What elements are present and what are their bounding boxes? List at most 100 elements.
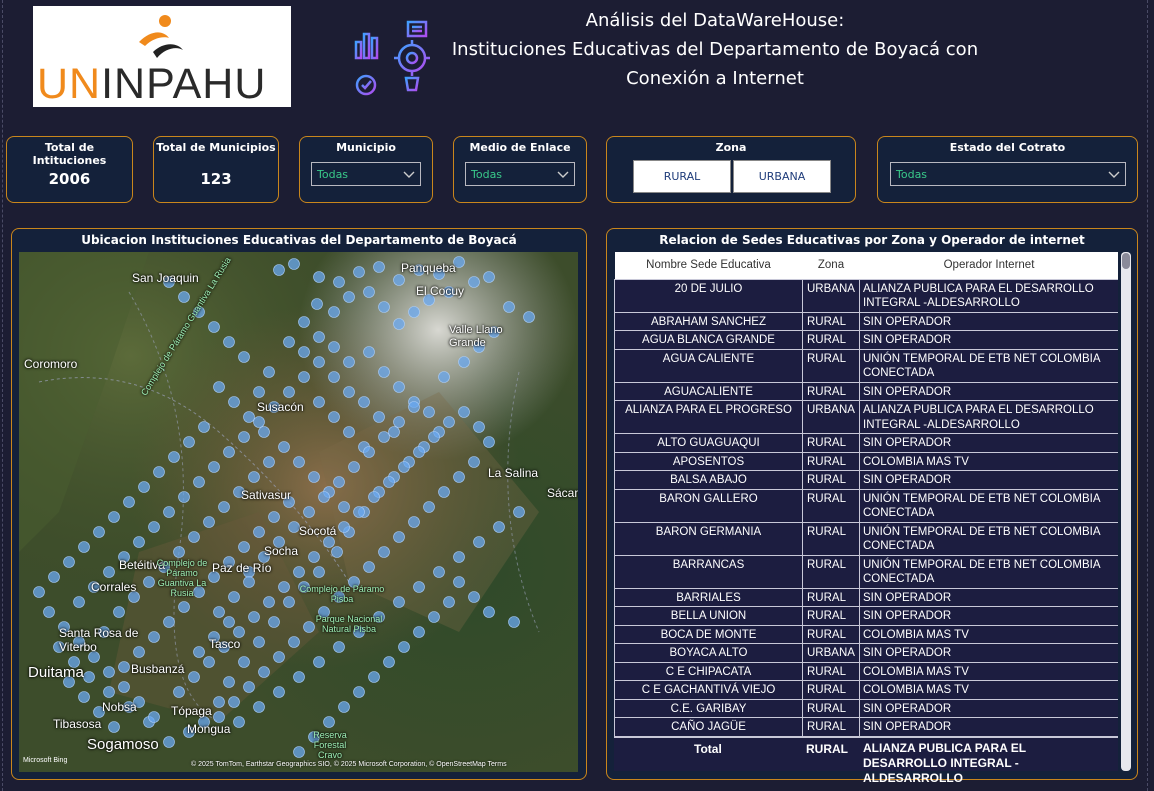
institution-marker[interactable] — [213, 381, 225, 393]
table-row[interactable]: BOCA DE MONTE RURAL COLOMBIA MAS TV — [614, 624, 1118, 644]
table-row[interactable]: AGUA CALIENTE RURAL UNIÓN TEMPORAL DE ETB … — [614, 348, 1118, 383]
institution-marker[interactable] — [193, 646, 205, 658]
institution-marker[interactable] — [353, 266, 365, 278]
institution-marker[interactable] — [213, 711, 225, 723]
institution-marker[interactable] — [393, 318, 405, 330]
institution-marker[interactable] — [173, 546, 185, 558]
institution-marker[interactable] — [483, 436, 495, 448]
institution-marker[interactable] — [398, 641, 410, 653]
institution-marker[interactable] — [318, 491, 330, 503]
institution-marker[interactable] — [313, 331, 325, 343]
institution-marker[interactable] — [428, 611, 440, 623]
institution-marker[interactable] — [233, 716, 245, 728]
institution-marker[interactable] — [408, 516, 420, 528]
institution-marker[interactable] — [263, 366, 275, 378]
institution-marker[interactable] — [468, 276, 480, 288]
institution-marker[interactable] — [243, 681, 255, 693]
institution-marker[interactable] — [253, 526, 265, 538]
institution-marker[interactable] — [423, 501, 435, 513]
municipio-dropdown[interactable]: Todas — [311, 162, 421, 186]
zona-rural-button[interactable]: RURAL — [633, 160, 731, 193]
institution-marker[interactable] — [331, 546, 343, 558]
institution-marker[interactable] — [328, 341, 340, 353]
institution-marker[interactable] — [413, 581, 425, 593]
table-row[interactable]: BALSA ABAJO RURAL SIN OPERADOR — [614, 470, 1118, 490]
institution-marker[interactable] — [78, 541, 90, 553]
institution-marker[interactable] — [338, 521, 350, 533]
institution-marker[interactable] — [348, 461, 360, 473]
institution-marker[interactable] — [233, 626, 245, 638]
institution-marker[interactable] — [453, 551, 465, 563]
institution-marker[interactable] — [178, 291, 190, 303]
institution-marker[interactable] — [243, 576, 255, 588]
institution-marker[interactable] — [248, 471, 260, 483]
institution-marker[interactable] — [308, 471, 320, 483]
institution-marker[interactable] — [173, 686, 185, 698]
table-row[interactable]: C.E. GARIBAY RURAL SIN OPERADOR — [614, 698, 1118, 718]
table-row[interactable]: BOYACA ALTO URBANA SIN OPERADOR — [614, 643, 1118, 663]
table-row[interactable]: BELLA UNION RURAL SIN OPERADOR — [614, 606, 1118, 626]
institution-marker[interactable] — [358, 396, 370, 408]
institution-marker[interactable] — [378, 546, 390, 558]
institution-marker[interactable] — [468, 591, 480, 603]
institution-marker[interactable] — [443, 596, 455, 608]
institution-marker[interactable] — [328, 306, 340, 318]
institution-marker[interactable] — [193, 476, 205, 488]
institution-marker[interactable] — [268, 616, 280, 628]
institution-marker[interactable] — [393, 531, 405, 543]
institution-marker[interactable] — [383, 656, 395, 668]
institution-marker[interactable] — [73, 596, 85, 608]
institution-marker[interactable] — [363, 446, 375, 458]
institution-marker[interactable] — [293, 456, 305, 468]
institution-marker[interactable] — [223, 336, 235, 348]
institution-marker[interactable] — [443, 416, 455, 428]
header-operador[interactable]: Operador Internet — [859, 252, 1118, 279]
table-row[interactable]: ABRAHAM SANCHEZ RURAL SIN OPERADOR — [614, 311, 1118, 331]
table-row[interactable]: C E CHIPACATA RURAL COLOMBIA MAS TV — [614, 661, 1118, 681]
institution-marker[interactable] — [83, 671, 95, 683]
institution-marker[interactable] — [313, 566, 325, 578]
institution-marker[interactable] — [313, 271, 325, 283]
institution-marker[interactable] — [138, 481, 150, 493]
institution-marker[interactable] — [298, 371, 310, 383]
institution-marker[interactable] — [323, 716, 335, 728]
institution-marker[interactable] — [363, 346, 375, 358]
institution-marker[interactable] — [203, 516, 215, 528]
institution-marker[interactable] — [338, 501, 350, 513]
institution-marker[interactable] — [288, 258, 300, 270]
institution-marker[interactable] — [118, 681, 130, 693]
header-zona[interactable]: Zona — [802, 252, 860, 279]
institution-marker[interactable] — [108, 511, 120, 523]
institution-marker[interactable] — [288, 521, 300, 533]
institution-marker[interactable] — [393, 596, 405, 608]
institution-marker[interactable] — [353, 506, 365, 518]
institution-marker[interactable] — [163, 616, 175, 628]
institution-marker[interactable] — [388, 426, 400, 438]
institution-marker[interactable] — [368, 491, 380, 503]
institution-marker[interactable] — [333, 276, 345, 288]
table-row[interactable]: BARRANCAS RURAL UNIÓN TEMPORAL DE ETB NET … — [614, 554, 1118, 589]
institution-marker[interactable] — [178, 491, 190, 503]
institution-marker[interactable] — [513, 506, 525, 518]
institution-marker[interactable] — [113, 606, 125, 618]
institution-marker[interactable] — [253, 386, 265, 398]
institution-marker[interactable] — [458, 406, 470, 418]
institution-marker[interactable] — [328, 371, 340, 383]
institution-marker[interactable] — [278, 441, 290, 453]
institution-marker[interactable] — [288, 636, 300, 648]
institution-marker[interactable] — [188, 531, 200, 543]
institution-marker[interactable] — [118, 661, 130, 673]
sedes-table-container[interactable]: Nombre Sede Educativa Zona Operador Inte… — [614, 252, 1118, 771]
institution-marker[interactable] — [188, 671, 200, 683]
institution-marker[interactable] — [383, 476, 395, 488]
institution-marker[interactable] — [208, 461, 220, 473]
institution-marker[interactable] — [368, 671, 380, 683]
table-scrollbar[interactable] — [1121, 252, 1131, 771]
institution-marker[interactable] — [363, 561, 375, 573]
institution-marker[interactable] — [343, 386, 355, 398]
institution-marker[interactable] — [253, 636, 265, 648]
institution-marker[interactable] — [338, 701, 350, 713]
table-row[interactable]: AGUA BLANCA GRANDE RURAL SIN OPERADOR — [614, 330, 1118, 350]
institution-marker[interactable] — [203, 656, 215, 668]
institution-marker[interactable] — [178, 601, 190, 613]
